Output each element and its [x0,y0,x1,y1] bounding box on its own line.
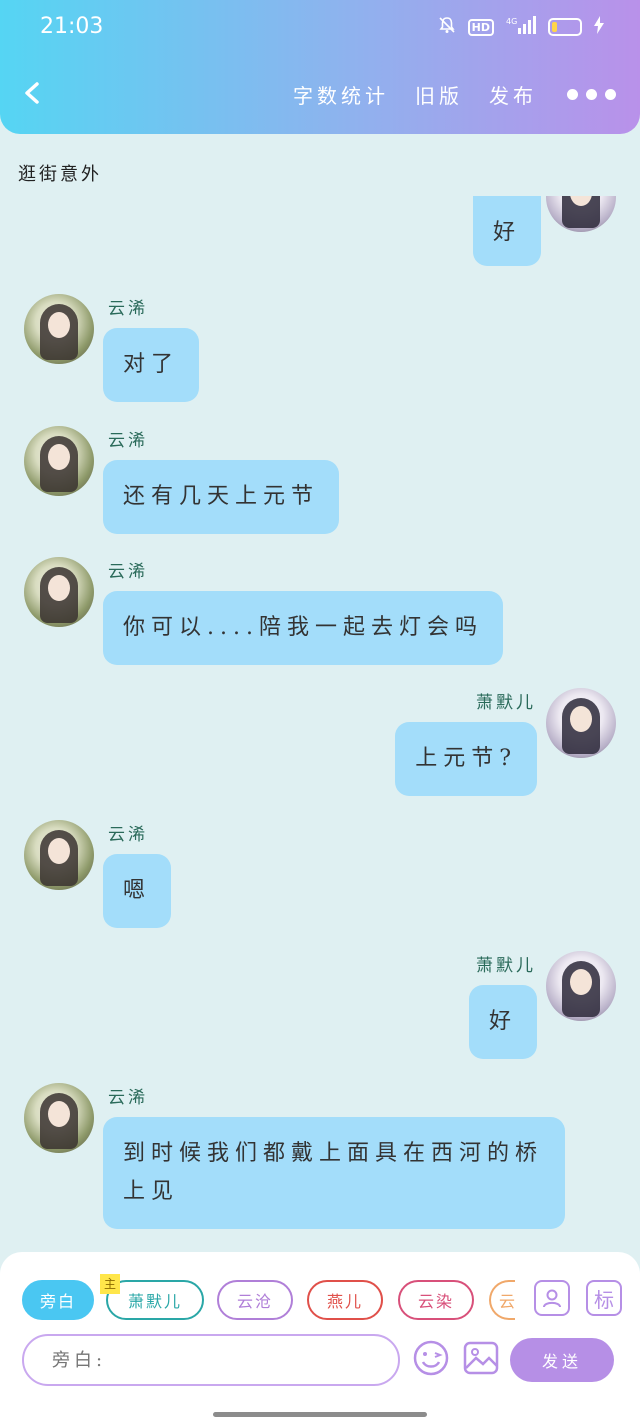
mute-bell-icon [438,16,456,38]
message-input[interactable] [22,1334,400,1386]
message-bubble[interactable]: 好 [468,985,537,1059]
character-chip[interactable]: 萧默儿 [106,1280,204,1320]
avatar[interactable] [546,196,616,232]
status-icons: HD 4G [438,16,604,38]
character-chip-narrator[interactable]: 旁白 [22,1280,94,1320]
sender-name: 云浠 [108,1088,148,1108]
sender-name: 云浠 [108,431,148,451]
status-time: 21:03 [40,14,104,39]
character-chip[interactable]: 燕儿 [307,1280,383,1320]
sender-name: 云浠 [108,562,148,582]
sender-name: 云浠 [108,825,148,845]
header-actions: 字数统计 旧版 发布 [267,80,616,109]
chapter-title: 逛街意外 [18,164,102,185]
main-character-tag: 主 [100,1274,120,1294]
message-bubble[interactable]: 上元节? [395,722,537,796]
character-manage-icon[interactable] [534,1280,570,1316]
battery-level [552,22,557,32]
avatar[interactable] [24,426,94,496]
image-icon[interactable] [463,1340,499,1376]
chevron-left-icon [25,82,39,104]
battery-icon [548,18,582,36]
send-button[interactable]: 发送 [510,1338,614,1382]
emoji-icon[interactable] [413,1340,449,1376]
message-bubble[interactable]: 嗯 [103,854,172,928]
top-bar: 21:03 HD 4G 字数统计 旧版 发布 [0,0,640,134]
character-chip[interactable]: 云沧 [217,1280,293,1320]
avatar[interactable] [24,294,94,364]
hd-badge: HD [467,18,494,36]
input-panel: 旁白 主 萧默儿 云沧 燕儿 云染 云 标 发送 [0,1252,640,1422]
avatar[interactable] [24,557,94,627]
character-chip[interactable]: 云染 [398,1280,474,1320]
sender-name: 萧默儿 [476,693,536,713]
character-chip[interactable]: 云 [489,1280,515,1320]
message-bubble[interactable]: 到时候我们都戴上面具在西河的桥上见 [103,1117,565,1229]
avatar[interactable] [546,688,616,758]
word-count-button[interactable]: 字数统计 [293,80,389,109]
publish-button[interactable]: 发布 [489,80,537,109]
avatar[interactable] [24,820,94,890]
back-button[interactable] [22,82,44,104]
message-bubble[interactable]: 还有几天上元节 [103,460,340,534]
chat-list[interactable]: 好 云浠 对了 云浠 还有几天上元节 云浠 你可以....陪我一起去灯会吗 萧默… [0,196,640,1252]
avatar[interactable] [546,951,616,1021]
tag-button[interactable]: 标 [586,1280,622,1316]
avatar[interactable] [24,1083,94,1153]
message-bubble[interactable]: 好 [473,196,542,266]
svg-text:4G: 4G [506,17,517,26]
message-bubble[interactable]: 你可以....陪我一起去灯会吗 [103,591,503,665]
sender-name: 萧默儿 [476,956,536,976]
more-icon[interactable] [567,89,616,100]
old-version-button[interactable]: 旧版 [415,80,463,109]
charging-icon [594,16,604,38]
sender-name: 云浠 [108,299,148,319]
message-bubble[interactable]: 对了 [103,328,200,402]
signal-icon: 4G [506,16,536,38]
home-indicator[interactable] [213,1412,427,1417]
